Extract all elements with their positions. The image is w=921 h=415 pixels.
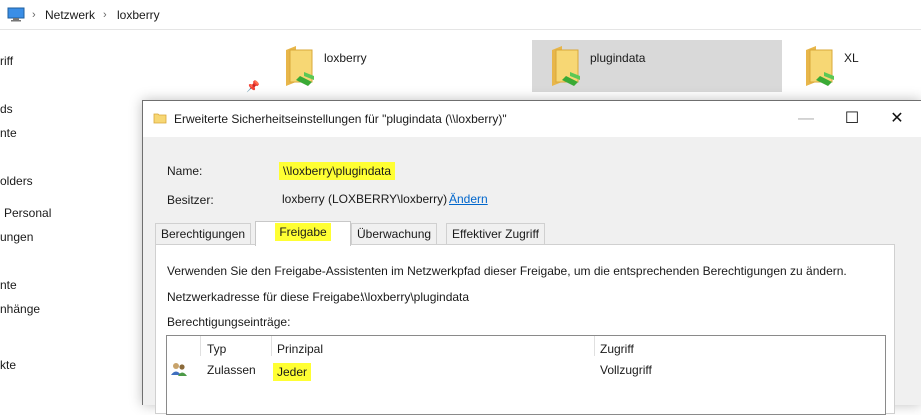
column-header-zugriff[interactable]: Zugriff (600, 342, 634, 356)
nav-item[interactable]: olders (0, 174, 33, 188)
chevron-right-icon: › (32, 9, 36, 21)
column-header-prinzipal[interactable]: Prinzipal (277, 342, 323, 356)
name-label: Name: (167, 164, 203, 178)
address-bar[interactable]: › Netzwerk › loxberry (0, 0, 921, 30)
tab-effektiver-zugriff[interactable]: Effektiver Zugriff (446, 223, 545, 245)
folder-tile-plugindata[interactable]: plugindata (532, 40, 782, 92)
nav-item[interactable]: riff (0, 54, 13, 68)
computer-icon (7, 7, 25, 22)
pin-icon[interactable]: 📌 (246, 80, 260, 93)
nav-item[interactable]: nhänge (0, 302, 40, 316)
cell-zugriff: Vollzugriff (600, 363, 652, 377)
freigabe-tab-panel: Verwenden Sie den Freigabe-Assistenten i… (155, 244, 895, 415)
column-header-typ[interactable]: Typ (207, 342, 226, 356)
folder-tiles: loxberry plugindata XL (262, 30, 921, 110)
breadcrumb-netzwerk[interactable]: Netzwerk (45, 8, 95, 22)
folder-label: plugindata (590, 51, 646, 65)
column-divider (271, 336, 272, 356)
name-value: \\loxberry\plugindata (279, 162, 396, 180)
breadcrumb-loxberry[interactable]: loxberry (117, 8, 160, 22)
folder-tile-xl[interactable]: XL (786, 40, 921, 92)
dialog-titlebar[interactable]: Erweiterte Sicherheitseinstellungen für … (143, 101, 921, 137)
folder-icon (153, 113, 167, 124)
folder-tile-loxberry[interactable]: loxberry (266, 40, 516, 92)
shared-folder-icon (806, 46, 834, 86)
chevron-right-icon: › (103, 9, 107, 21)
column-divider (594, 336, 595, 356)
nav-item[interactable]: Personal (4, 206, 51, 220)
nav-item[interactable]: kte (0, 358, 16, 372)
maximize-button[interactable]: ☐ (829, 101, 875, 137)
network-address-label: Netzwerkadresse für diese Freigabe: (167, 290, 364, 304)
nav-item[interactable]: nte (0, 278, 17, 292)
tab-berechtigungen[interactable]: Berechtigungen (155, 223, 252, 245)
tab-strip: Berechtigungen Freigabe Überwachung Effe… (155, 221, 895, 246)
shared-folder-icon (286, 46, 314, 86)
permission-entries-table[interactable]: Typ Prinzipal Zugriff Zulassen Jeder Vol… (166, 335, 886, 415)
advanced-security-settings-dialog: Erweiterte Sicherheitseinstellungen für … (142, 100, 921, 415)
cell-prinzipal: Jeder (273, 363, 312, 381)
nav-item[interactable]: ungen (0, 230, 33, 244)
minimize-button[interactable]: — (783, 101, 829, 137)
network-address-value: \\loxberry\plugindata (361, 290, 470, 304)
shared-folder-icon (552, 46, 580, 86)
column-divider (200, 336, 201, 356)
owner-value: loxberry (LOXBERRY\loxberry) (282, 192, 448, 206)
cell-typ: Zulassen (207, 363, 256, 377)
permission-entries-label: Berechtigungseinträge: (167, 315, 291, 329)
owner-label: Besitzer: (167, 193, 214, 207)
change-owner-link[interactable]: Ändern (449, 192, 488, 206)
tab-ueberwachung[interactable]: Überwachung (351, 223, 438, 245)
nav-item[interactable]: nte (0, 126, 17, 140)
folder-label: XL (844, 51, 859, 65)
folder-label: loxberry (324, 51, 367, 65)
dialog-title: Erweiterte Sicherheitseinstellungen für … (174, 112, 507, 126)
tab-freigabe[interactable]: Freigabe (255, 221, 351, 246)
users-icon (171, 361, 187, 380)
nav-item[interactable]: ds (0, 102, 13, 116)
close-button[interactable]: ✕ (874, 101, 920, 137)
info-text: Verwenden Sie den Freigabe-Assistenten i… (167, 264, 847, 278)
tab-freigabe-label: Freigabe (275, 223, 331, 241)
